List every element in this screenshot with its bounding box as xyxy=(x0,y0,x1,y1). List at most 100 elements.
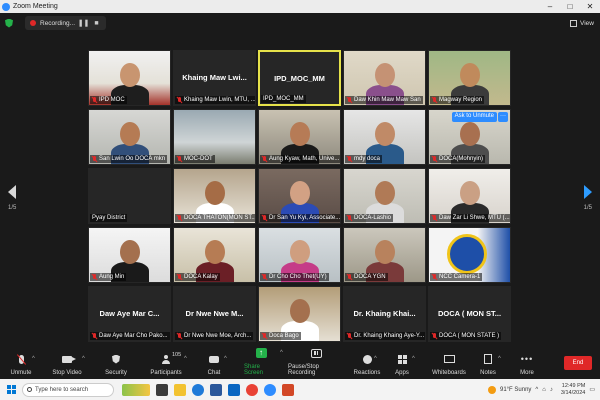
pause-recording-icon[interactable]: ❚❚ xyxy=(78,19,90,28)
notes-caret-icon[interactable]: ^ xyxy=(498,356,501,362)
meeting-toolbar: ^ Unmute ^ Stop Video Security 105 ^ Par… xyxy=(0,347,600,379)
chat-caret-icon[interactable]: ^ xyxy=(224,356,227,362)
prev-page-arrow-icon[interactable] xyxy=(8,185,17,199)
participant-name-tag: Dr Cho Cho Thet(UY) xyxy=(260,273,329,281)
apps-button[interactable]: ^ Apps xyxy=(394,352,415,376)
share-screen-label: Share Screen xyxy=(244,364,264,376)
participant-tile[interactable]: Ask to Unmute ··· DOCA(Mohnyin) xyxy=(428,109,511,165)
volume-icon[interactable]: ♪ xyxy=(550,387,553,393)
more-button[interactable]: ••• More xyxy=(518,352,536,376)
participant-tile[interactable]: Daw Khin Maw Maw San xyxy=(343,50,426,106)
weather-text[interactable]: 91°F Sunny xyxy=(500,387,531,393)
participant-head xyxy=(460,122,480,146)
participant-tile[interactable]: DOCA-Lashio xyxy=(343,168,426,224)
gallery-grid: IPD MOC Khaing Maw Lwi... Khaing Maw Lwin,… xyxy=(88,50,512,342)
participant-tile[interactable]: Doca Bago xyxy=(258,286,341,342)
notifications-icon[interactable]: ▭ xyxy=(589,386,595,393)
participant-tile[interactable]: IPD_MOC_MM IPD_MOC_MM xyxy=(258,50,341,106)
chrome-icon[interactable] xyxy=(246,383,258,396)
participant-tile[interactable]: DOCA Kalay xyxy=(173,227,256,283)
participants-button[interactable]: 105 ^ Participants xyxy=(150,352,187,376)
participant-tile[interactable]: NCC Camera-1 xyxy=(428,227,511,283)
store-icon[interactable] xyxy=(210,383,222,396)
participant-tile[interactable]: MOC-DOT xyxy=(173,109,256,165)
file-explorer-icon[interactable] xyxy=(174,383,186,396)
reactions-button[interactable]: ^ Reactions xyxy=(354,352,380,376)
participants-caret-icon[interactable]: ^ xyxy=(184,356,187,362)
participant-tile[interactable]: Daw Aye Mar C... Daw Aye Mar Cho Pako... xyxy=(88,286,171,342)
recording-dot-icon xyxy=(30,20,36,26)
participant-name-tag: Pyay District xyxy=(90,214,128,222)
participant-name-label: Dr. Khaing Khaing Aye-Y... xyxy=(354,333,425,339)
mail-icon[interactable] xyxy=(228,383,240,396)
encryption-shield-icon[interactable] xyxy=(5,18,13,28)
share-caret-icon[interactable]: ^ xyxy=(280,350,283,356)
unmute-button[interactable]: ^ Unmute xyxy=(10,352,35,376)
ask-to-unmute-button[interactable]: Ask to Unmute xyxy=(451,112,497,122)
reactions-caret-icon[interactable]: ^ xyxy=(374,356,377,362)
notes-button[interactable]: ^ Notes xyxy=(480,352,501,376)
maximize-button[interactable]: □ xyxy=(560,2,580,11)
windows-start-icon[interactable] xyxy=(7,385,16,394)
video-options-caret-icon[interactable]: ^ xyxy=(82,356,85,362)
chat-button[interactable]: ^ Chat xyxy=(206,352,227,376)
apps-caret-icon[interactable]: ^ xyxy=(412,356,415,362)
participant-tile[interactable]: mdy doca xyxy=(343,109,426,165)
participant-tile[interactable]: Dr Cho Cho Thet(UY) xyxy=(258,227,341,283)
participant-tile[interactable]: Daw Zar Li Shwe, MTU (... xyxy=(428,168,511,224)
participant-tile[interactable]: Pyay District xyxy=(88,168,171,224)
participant-tile[interactable]: San Lwin Oo DOCA mkn xyxy=(88,109,171,165)
chat-bubble-icon xyxy=(209,355,219,363)
weather-sun-icon[interactable] xyxy=(487,385,496,394)
pause-stop-recording-button[interactable]: Pause/Stop Recording xyxy=(288,346,344,376)
participant-tile[interactable]: Magway Region xyxy=(428,50,511,106)
end-meeting-button[interactable]: End xyxy=(564,356,592,370)
taskbar-search[interactable]: Type here to search xyxy=(22,382,114,397)
network-icon[interactable]: ⌂ xyxy=(542,387,546,393)
tray-overflow-icon[interactable]: ^ xyxy=(535,387,538,393)
edge-browser-icon[interactable] xyxy=(192,383,204,396)
participant-tile[interactable]: DOCA ( MON ST... DOCA ( MON STATE ) xyxy=(428,286,511,342)
participant-tile[interactable]: DOCA THATON(MON ST... xyxy=(173,168,256,224)
close-button[interactable]: ✕ xyxy=(580,2,600,11)
prev-page[interactable]: 1/5 xyxy=(8,185,16,211)
participant-name-label: IPD_MOC_MM xyxy=(263,96,304,102)
powerpoint-icon[interactable] xyxy=(282,383,294,396)
security-button[interactable]: Security xyxy=(104,352,128,376)
task-view-icon[interactable] xyxy=(156,383,168,396)
participant-name-tag: mdy doca xyxy=(345,155,383,163)
participant-name-label: MOC-DOT xyxy=(184,156,213,162)
participant-name-tag: Dr. Khaing Khaing Aye-Y... xyxy=(345,332,425,340)
view-button[interactable]: View xyxy=(570,19,594,27)
next-page-arrow-icon[interactable] xyxy=(583,185,592,199)
participant-head xyxy=(120,122,140,146)
participant-tile[interactable]: Dr. Khaing Khai... Dr. Khaing Khaing Aye-… xyxy=(343,286,426,342)
next-page[interactable]: 1/5 xyxy=(584,185,592,211)
participant-tile[interactable]: Aung Kyaw, Math, Unive... xyxy=(258,109,341,165)
participant-tile[interactable]: Aung Min xyxy=(88,227,171,283)
participant-tile[interactable]: Dr Nwe Nwe M... Dr Nwe Nwe Moe, Arch... xyxy=(173,286,256,342)
participants-count: 105 xyxy=(172,352,182,358)
tile-more-options-button[interactable]: ··· xyxy=(498,112,508,122)
participant-name-tag: DOCA-Lashio xyxy=(345,214,394,222)
taskbar-clock[interactable]: 12:49 PM 3/14/2024 xyxy=(561,383,585,397)
participant-tile[interactable]: Khaing Maw Lwi... Khaing Maw Lwin, MTU, .… xyxy=(173,50,256,106)
participant-name-tag: DOCA THATON(MON ST... xyxy=(175,214,255,222)
minimize-button[interactable]: – xyxy=(540,2,560,11)
participant-name-tag: Khaing Maw Lwin, MTU, ... xyxy=(175,96,255,104)
stop-recording-icon[interactable]: ■ xyxy=(92,19,101,28)
zoom-taskbar-icon[interactable] xyxy=(264,383,276,396)
participant-head xyxy=(290,240,310,264)
clock-time: 12:49 PM xyxy=(561,382,586,389)
participant-head xyxy=(290,299,310,323)
audio-options-caret-icon[interactable]: ^ xyxy=(32,356,35,362)
share-screen-button[interactable]: ↑ ^ Share Screen xyxy=(244,346,283,376)
taskbar-widget-icon[interactable] xyxy=(122,383,150,396)
stop-video-button[interactable]: ^ Stop Video xyxy=(52,352,85,376)
participant-tile[interactable]: DOCA YGN xyxy=(343,227,426,283)
whiteboards-button[interactable]: Whiteboards xyxy=(432,352,466,376)
participant-name-label: mdy doca xyxy=(354,156,381,162)
participant-tile[interactable]: Dr San Yu Kyi, Associate... xyxy=(258,168,341,224)
participant-tile[interactable]: IPD MOC xyxy=(88,50,171,106)
participant-head xyxy=(290,122,310,146)
